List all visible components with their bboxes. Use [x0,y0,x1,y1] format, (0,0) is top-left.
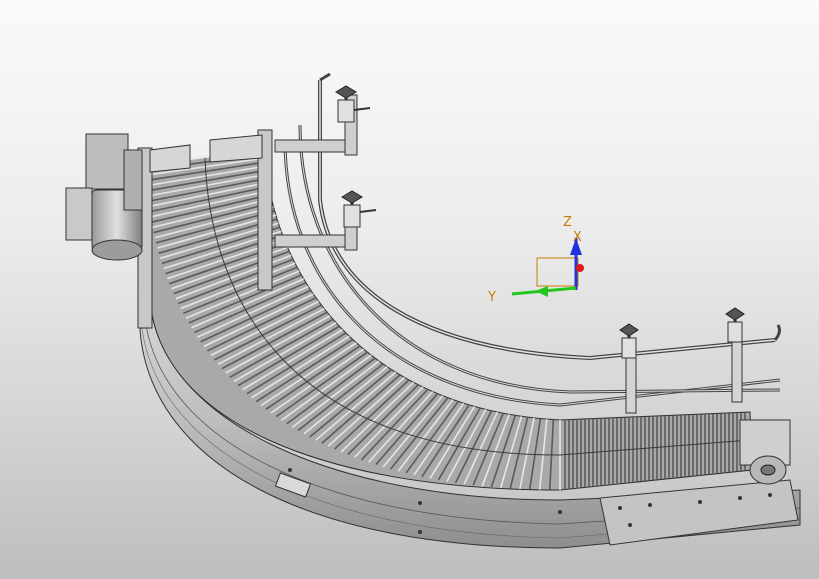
y-axis-arrow [535,286,548,297]
bolt [628,523,632,527]
bolt [698,500,702,504]
end-frame-plate [599,479,799,546]
axis-triad[interactable]: Z X Y [487,215,584,305]
bolt [418,530,422,534]
guide-rail-start-hook [319,72,331,82]
bolt [738,496,742,500]
x-axis-dot [576,264,584,272]
drive-motor[interactable] [65,133,143,261]
guide-rail-end-hook [773,324,781,341]
guide-rail-top [318,80,776,361]
y-axis-label: Y [487,290,496,305]
clamp-knob-2[interactable] [341,190,377,228]
clamp-knob-4[interactable] [725,307,745,403]
bolt [768,493,772,497]
clamp-knob-3[interactable] [619,323,639,414]
z-axis-label: Z [563,215,572,230]
bolt [418,501,422,505]
clamp-knob-1[interactable] [335,85,371,123]
bolt [288,468,292,472]
bolt [558,510,562,514]
idler-end-roller [739,419,791,485]
conveyor-model-svg[interactable]: Z X Y [0,0,819,579]
bolt [618,506,622,510]
3d-viewport[interactable]: Z X Y [0,0,819,579]
x-axis-label: X [573,230,582,245]
triad-plane-outline [536,257,579,287]
guide-rail-top-hl [319,80,776,359]
bolt [648,503,652,507]
